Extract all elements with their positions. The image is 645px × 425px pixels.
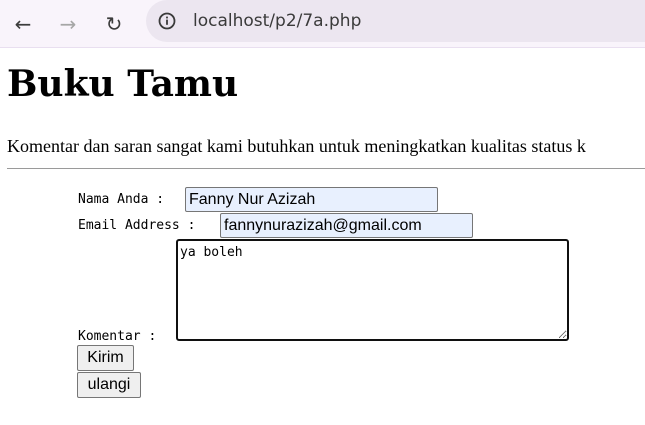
email-label: Email Address : bbox=[78, 218, 204, 233]
site-info-icon[interactable] bbox=[156, 10, 178, 32]
kirim-button[interactable]: Kirim bbox=[77, 345, 134, 371]
address-bar-url[interactable]: localhost/p2/7a.php bbox=[193, 11, 361, 31]
nama-input[interactable] bbox=[185, 187, 438, 212]
komentar-label: Komentar : bbox=[78, 329, 165, 344]
intro-text: Komentar dan saran sangat kami butuhkan … bbox=[7, 136, 586, 156]
forward-arrow-icon[interactable]: → bbox=[50, 6, 86, 42]
reload-icon[interactable]: ↻ bbox=[96, 6, 132, 42]
browser-toolbar: ← → ↻ localhost/p2/7a.php bbox=[0, 0, 645, 48]
nama-label: Nama Anda : bbox=[78, 192, 172, 207]
back-arrow-icon[interactable]: ← bbox=[5, 6, 41, 42]
info-circle-icon bbox=[158, 12, 176, 30]
horizontal-rule bbox=[7, 168, 645, 169]
komentar-textarea[interactable]: ya boleh bbox=[176, 239, 569, 341]
ulangi-button[interactable]: ulangi bbox=[77, 372, 141, 398]
page-title: Buku Tamu bbox=[7, 63, 239, 105]
email-input[interactable] bbox=[220, 213, 473, 238]
